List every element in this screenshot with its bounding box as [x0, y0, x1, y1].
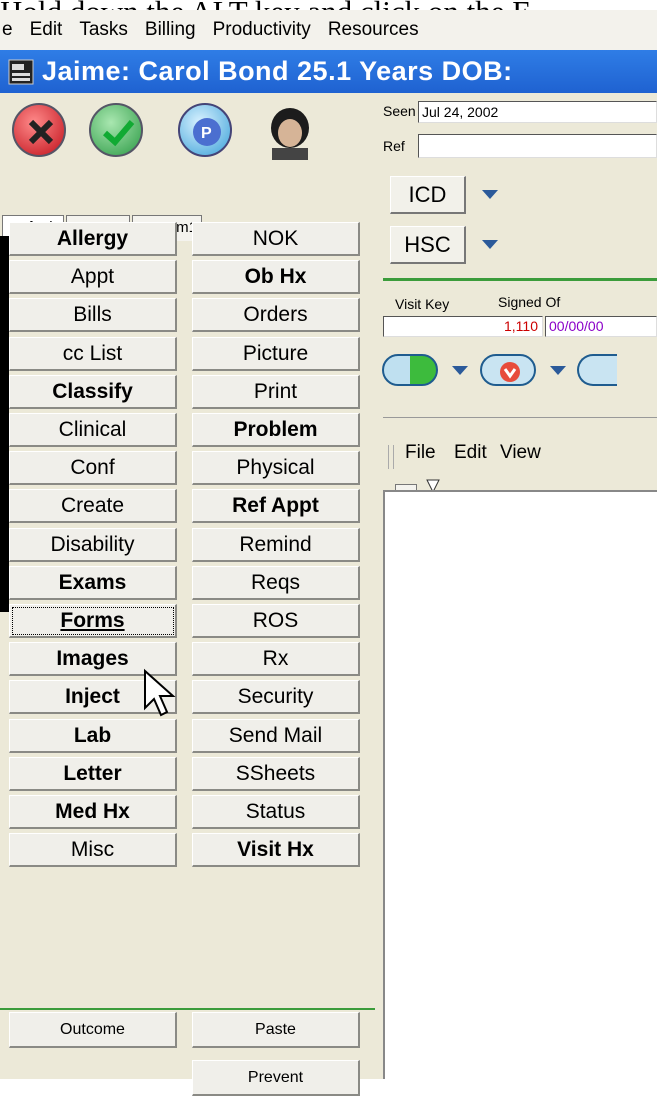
mouse-cursor-icon — [144, 668, 176, 717]
button-remind[interactable]: Remind — [192, 527, 360, 562]
patient-photo[interactable] — [262, 104, 318, 160]
down-arrow-icon — [500, 362, 520, 382]
button-problem[interactable]: Problem — [192, 413, 360, 447]
menu-item-edit[interactable]: Edit — [30, 10, 63, 44]
capsule-red-icon[interactable] — [480, 354, 536, 386]
seen-label: Seen — [383, 103, 416, 119]
button-reqs[interactable]: Reqs — [192, 565, 360, 600]
button-misc[interactable]: Misc — [9, 833, 177, 868]
paste-button[interactable]: Paste — [192, 1012, 360, 1048]
panel-divider — [0, 236, 9, 612]
hsc-button[interactable]: HSC — [390, 226, 466, 264]
menu-item-file[interactable]: e — [2, 10, 13, 44]
signed-off-label: Signed Of — [498, 294, 561, 310]
button-status[interactable]: Status — [192, 795, 360, 829]
accept-button[interactable] — [89, 103, 143, 157]
ref-label: Ref — [383, 138, 405, 154]
menu-item-resources[interactable]: Resources — [328, 10, 419, 44]
button-appt[interactable]: Appt — [9, 260, 177, 295]
button-picture[interactable]: Picture — [192, 336, 360, 371]
button-physical[interactable]: Physical — [192, 451, 360, 486]
p-button[interactable]: P — [178, 103, 232, 157]
button-bills[interactable]: Bills — [9, 298, 177, 333]
button-disability[interactable]: Disability — [9, 527, 177, 562]
button-visit-hx[interactable]: Visit Hx — [192, 833, 360, 868]
x-icon — [28, 119, 54, 145]
separator-line — [0, 1008, 375, 1010]
button-lab[interactable]: Lab — [9, 718, 177, 753]
button-conf[interactable]: Conf — [9, 451, 177, 486]
button-med-hx[interactable]: Med Hx — [9, 795, 177, 829]
green-divider — [383, 278, 657, 281]
button-ref-appt[interactable]: Ref Appt — [192, 489, 360, 524]
icd-dropdown-icon[interactable] — [482, 190, 498, 199]
prevent-button[interactable]: Prevent — [192, 1060, 360, 1096]
button-ros[interactable]: ROS — [192, 604, 360, 638]
menu-bar: e Edit Tasks Billing Productivity Resources — [0, 10, 657, 50]
button-security[interactable]: Security — [192, 680, 360, 715]
button-ob-hx[interactable]: Ob Hx — [192, 260, 360, 295]
icd-button[interactable]: ICD — [390, 176, 466, 214]
signed-date-field[interactable]: 00/00/00 — [545, 316, 657, 337]
button-ssheets[interactable]: SSheets — [192, 756, 360, 791]
cancel-button[interactable] — [12, 103, 66, 157]
capsule-red-dropdown-icon[interactable] — [550, 366, 566, 375]
outcome-button[interactable]: Outcome — [9, 1012, 177, 1048]
p-icon: P — [193, 118, 221, 146]
button-forms[interactable]: Forms — [9, 604, 177, 638]
button-rx[interactable]: Rx — [192, 642, 360, 677]
button-send-mail[interactable]: Send Mail — [192, 718, 360, 753]
doc-menu-edit[interactable]: Edit — [454, 442, 487, 464]
visit-key-label: Visit Key — [395, 296, 450, 312]
button-exams[interactable]: Exams — [9, 565, 177, 600]
button-allergy[interactable]: Allergy — [9, 222, 177, 256]
visit-key-value: 1,110 — [504, 318, 538, 334]
visit-key-field[interactable]: 1,110 — [383, 316, 543, 337]
checkmark-icon — [102, 120, 135, 147]
button-create[interactable]: Create — [9, 489, 177, 524]
menu-item-billing[interactable]: Billing — [145, 10, 196, 44]
button-clinical[interactable]: Clinical — [9, 413, 177, 447]
capsule-partial-icon[interactable] — [577, 354, 617, 386]
doc-menu-file[interactable]: File — [405, 442, 436, 464]
ref-field[interactable] — [418, 134, 657, 158]
grip-icon — [388, 445, 394, 469]
capsule-green-icon[interactable] — [382, 354, 438, 386]
hsc-dropdown-icon[interactable] — [482, 240, 498, 249]
button-letter[interactable]: Letter — [9, 756, 177, 791]
button-print[interactable]: Print — [192, 374, 360, 409]
window-icon — [8, 59, 34, 85]
menu-item-productivity[interactable]: Productivity — [213, 10, 311, 44]
button-classify[interactable]: Classify — [9, 374, 177, 409]
capsule-dropdown-icon[interactable] — [452, 366, 468, 375]
menu-item-tasks[interactable]: Tasks — [79, 10, 128, 44]
button-orders[interactable]: Orders — [192, 298, 360, 333]
button-nok[interactable]: NOK — [192, 222, 360, 256]
patient-title-bar: Jaime: Carol Bond 25.1 Years DOB: — [0, 50, 657, 93]
seen-date-field[interactable]: Jul 24, 2002 — [418, 101, 657, 123]
svg-text:P: P — [201, 125, 212, 142]
button-cc-list[interactable]: cc List — [9, 336, 177, 371]
toolbar-divider — [383, 417, 657, 418]
doc-menu-view[interactable]: View — [500, 442, 541, 464]
document-area[interactable] — [383, 490, 657, 1079]
patient-title: Jaime: Carol Bond 25.1 Years DOB: — [42, 56, 513, 86]
